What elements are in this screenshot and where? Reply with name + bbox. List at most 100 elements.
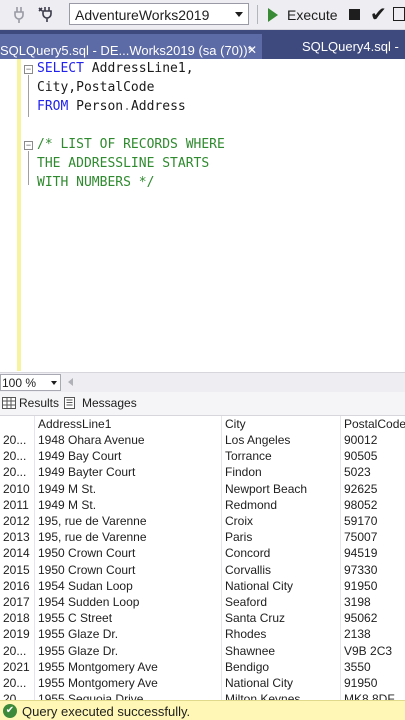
- table-row[interactable]: 2011 1949 M St. Redmond 98052: [0, 497, 405, 513]
- city-cell[interactable]: Corvallis: [225, 563, 337, 577]
- stop-icon[interactable]: [349, 9, 360, 20]
- postalcode-cell[interactable]: 94519: [344, 546, 405, 560]
- city-cell[interactable]: Croix: [225, 514, 337, 528]
- query-editor[interactable]: − − SELECT AddressLine1, City,PostalCode…: [0, 59, 405, 372]
- collapse-icon[interactable]: −: [24, 65, 33, 74]
- postalcode-cell[interactable]: 90505: [344, 449, 405, 463]
- addressline1-cell[interactable]: 1950 Crown Court: [38, 546, 218, 560]
- city-cell[interactable]: Shawnee: [225, 644, 337, 658]
- addressline1-cell[interactable]: 1955 C Street: [38, 611, 218, 625]
- city-cell[interactable]: Santa Cruz: [225, 611, 337, 625]
- addressline1-cell[interactable]: 1954 Sudan Loop: [38, 579, 218, 593]
- connect-icon[interactable]: [11, 4, 31, 24]
- collapse-icon[interactable]: −: [24, 141, 33, 150]
- addressline1-cell[interactable]: 1955 Glaze Dr.: [38, 627, 218, 641]
- database-select[interactable]: AdventureWorks2019: [69, 3, 249, 25]
- postalcode-cell[interactable]: 75007: [344, 530, 405, 544]
- table-row[interactable]: 2014 1950 Crown Court Concord 94519: [0, 545, 405, 561]
- postalcode-cell[interactable]: 5023: [344, 465, 405, 479]
- change-connection-icon[interactable]: [36, 4, 56, 24]
- row-number-cell[interactable]: 20...: [3, 449, 33, 463]
- table-row[interactable]: 2018 1955 C Street Santa Cruz 95062: [0, 610, 405, 626]
- table-row[interactable]: 20... 1955 Sequoia Drive Milton Keynes MK8 …: [0, 691, 405, 700]
- addressline1-cell[interactable]: 195, rue de Varenne: [38, 530, 218, 544]
- row-number-cell[interactable]: 2019: [3, 627, 33, 641]
- table-row[interactable]: 20... 1948 Ohara Avenue Los Angeles 90012: [0, 432, 405, 448]
- table-row[interactable]: 2015 1950 Crown Court Corvallis 97330: [0, 562, 405, 578]
- addressline1-cell[interactable]: 1949 Bayter Court: [38, 465, 218, 479]
- addressline1-cell[interactable]: 1948 Ohara Avenue: [38, 433, 218, 447]
- scroll-left-icon[interactable]: [68, 378, 73, 386]
- postalcode-cell[interactable]: V9B 2C3: [344, 644, 405, 658]
- row-number-cell[interactable]: 2017: [3, 595, 33, 609]
- table-row[interactable]: 2012 195, rue de Varenne Croix 59170: [0, 513, 405, 529]
- postalcode-cell[interactable]: 2138: [344, 627, 405, 641]
- row-number-cell[interactable]: 2016: [3, 579, 33, 593]
- column-header-postalcode[interactable]: PostalCode: [344, 417, 405, 431]
- city-cell[interactable]: Findon: [225, 465, 337, 479]
- city-cell[interactable]: Seaford: [225, 595, 337, 609]
- table-row[interactable]: 2019 1955 Glaze Dr. Rhodes 2138: [0, 626, 405, 642]
- row-number-cell[interactable]: 2012: [3, 514, 33, 528]
- postalcode-cell[interactable]: 95062: [344, 611, 405, 625]
- city-cell[interactable]: Newport Beach: [225, 482, 337, 496]
- row-number-cell[interactable]: 2013: [3, 530, 33, 544]
- tab-results[interactable]: Results: [0, 392, 60, 415]
- postalcode-cell[interactable]: 59170: [344, 514, 405, 528]
- addressline1-cell[interactable]: 1955 Glaze Dr.: [38, 644, 218, 658]
- addressline1-cell[interactable]: 1955 Montgomery Ave: [38, 660, 218, 674]
- addressline1-cell[interactable]: 1955 Sequoia Drive: [38, 692, 218, 700]
- city-cell[interactable]: Paris: [225, 530, 337, 544]
- row-number-cell[interactable]: 20...: [3, 644, 33, 658]
- parse-checkmark-icon[interactable]: ✔: [370, 2, 387, 27]
- row-number-cell[interactable]: 20...: [3, 676, 33, 690]
- city-cell[interactable]: Los Angeles: [225, 433, 337, 447]
- city-cell[interactable]: Torrance: [225, 449, 337, 463]
- addressline1-cell[interactable]: 1949 M St.: [38, 498, 218, 512]
- zoom-select[interactable]: 100 %: [0, 374, 61, 391]
- row-number-cell[interactable]: 2018: [3, 611, 33, 625]
- table-row[interactable]: 2010 1949 M St. Newport Beach 92625: [0, 481, 405, 497]
- row-number-cell[interactable]: 2015: [3, 563, 33, 577]
- city-cell[interactable]: National City: [225, 579, 337, 593]
- column-header-city[interactable]: City: [225, 417, 337, 431]
- row-number-cell[interactable]: 20...: [3, 465, 33, 479]
- postalcode-cell[interactable]: 91950: [344, 579, 405, 593]
- display-plan-icon[interactable]: [393, 7, 405, 21]
- table-row[interactable]: 2017 1954 Sudden Loop Seaford 3198: [0, 594, 405, 610]
- table-row[interactable]: 20... 1955 Montgomery Ave National City 919…: [0, 675, 405, 691]
- postalcode-cell[interactable]: MK8 8DF: [344, 692, 405, 700]
- addressline1-cell[interactable]: 1949 Bay Court: [38, 449, 218, 463]
- table-row[interactable]: 20... 1949 Bayter Court Findon 5023: [0, 464, 405, 480]
- postalcode-cell[interactable]: 90012: [344, 433, 405, 447]
- postalcode-cell[interactable]: 97330: [344, 563, 405, 577]
- addressline1-cell[interactable]: 1950 Crown Court: [38, 563, 218, 577]
- row-number-cell[interactable]: 2021: [3, 660, 33, 674]
- postalcode-cell[interactable]: 92625: [344, 482, 405, 496]
- postalcode-cell[interactable]: 3198: [344, 595, 405, 609]
- row-number-cell[interactable]: 2014: [3, 546, 33, 560]
- tab-messages[interactable]: Messages: [62, 392, 142, 415]
- addressline1-cell[interactable]: 195, rue de Varenne: [38, 514, 218, 528]
- row-number-cell[interactable]: 20...: [3, 692, 33, 700]
- table-row[interactable]: 2013 195, rue de Varenne Paris 75007: [0, 529, 405, 545]
- addressline1-cell[interactable]: 1954 Sudden Loop: [38, 595, 218, 609]
- close-icon[interactable]: ✕: [247, 43, 257, 57]
- table-row[interactable]: 2021 1955 Montgomery Ave Bendigo 3550: [0, 659, 405, 675]
- postalcode-cell[interactable]: 98052: [344, 498, 405, 512]
- city-cell[interactable]: Rhodes: [225, 627, 337, 641]
- row-number-cell[interactable]: 2011: [3, 498, 33, 512]
- city-cell[interactable]: Milton Keynes: [225, 692, 337, 700]
- city-cell[interactable]: Concord: [225, 546, 337, 560]
- table-row[interactable]: 20... 1949 Bay Court Torrance 90505: [0, 448, 405, 464]
- row-number-cell[interactable]: 2010: [3, 482, 33, 496]
- addressline1-cell[interactable]: 1949 M St.: [38, 482, 218, 496]
- addressline1-cell[interactable]: 1955 Montgomery Ave: [38, 676, 218, 690]
- postalcode-cell[interactable]: 3550: [344, 660, 405, 674]
- city-cell[interactable]: National City: [225, 676, 337, 690]
- execute-button[interactable]: Execute: [265, 3, 341, 26]
- city-cell[interactable]: Redmond: [225, 498, 337, 512]
- table-row[interactable]: 2016 1954 Sudan Loop National City 91950: [0, 578, 405, 594]
- postalcode-cell[interactable]: 91950: [344, 676, 405, 690]
- row-number-cell[interactable]: 20...: [3, 433, 33, 447]
